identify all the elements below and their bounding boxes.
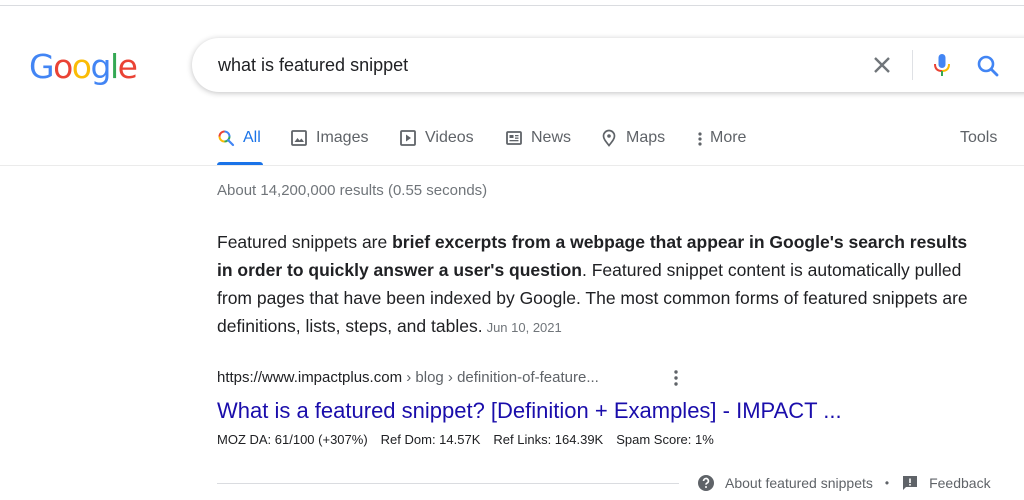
moz-ref-links: Ref Links: 164.39K	[493, 432, 604, 447]
featured-snippet: Featured snippets are brief excerpts fro…	[217, 228, 987, 342]
result-url-breadcrumbs: › blog › definition-of-feature...	[402, 369, 599, 386]
tab-label: News	[531, 129, 572, 146]
map-pin-icon	[602, 129, 616, 147]
snippet-footer: About featured snippets • Feedback	[697, 474, 991, 492]
about-featured-snippets-link[interactable]: About featured snippets	[725, 474, 873, 492]
google-logo[interactable]: Google	[29, 47, 138, 87]
search-submit-button[interactable]	[974, 52, 1002, 80]
search-icon	[977, 55, 999, 77]
tab-label: More	[710, 129, 747, 146]
more-vert-icon	[698, 132, 702, 146]
logo-letter: o	[53, 47, 73, 86]
more-vert-icon	[674, 370, 678, 386]
logo-letter: o	[71, 47, 92, 86]
tab-images[interactable]: Images	[290, 127, 368, 165]
result-title-link[interactable]: What is a featured snippet? [Definition …	[217, 396, 842, 426]
tabs-divider	[0, 165, 1024, 166]
moz-metrics-bar: MOZ DA: 61/100 (+307%) Ref Dom: 14.57K Ref…	[217, 431, 727, 449]
result-stats: About 14,200,000 results (0.55 seconds)	[217, 182, 488, 199]
newspaper-icon	[506, 131, 522, 145]
logo-letter: G	[29, 47, 55, 86]
logo-letter: g	[90, 47, 111, 86]
tab-all[interactable]: All	[217, 127, 263, 165]
tab-maps[interactable]: Maps	[600, 127, 665, 165]
moz-spam-score: Spam Score: 1%	[616, 432, 714, 447]
voice-search-button[interactable]	[928, 51, 956, 79]
tools-button[interactable]: Tools	[960, 127, 997, 149]
result-url-host: https://www.impactplus.com	[217, 369, 403, 386]
result-url[interactable]: https://www.impactplus.com › blog › defi…	[217, 368, 599, 388]
microphone-icon	[934, 54, 950, 76]
logo-letter: l	[109, 47, 119, 86]
search-icon	[218, 130, 235, 147]
search-divider	[912, 50, 913, 80]
feedback-icon	[903, 476, 918, 490]
tab-label: Images	[316, 129, 369, 146]
help-icon	[698, 475, 714, 491]
feedback-link[interactable]: Feedback	[929, 474, 990, 492]
snippet-date: Jun 10, 2021	[486, 320, 562, 335]
tab-news[interactable]: News	[505, 127, 571, 165]
clear-search-button[interactable]	[870, 53, 894, 77]
top-border	[0, 5, 1024, 6]
tab-videos[interactable]: Videos	[399, 127, 474, 165]
image-icon	[291, 130, 307, 146]
tab-label: All	[243, 129, 261, 146]
footer-divider	[217, 483, 679, 484]
search-input[interactable]: what is featured snippet	[218, 54, 408, 76]
moz-domain-authority: MOZ DA: 61/100 (+307%)	[217, 432, 368, 447]
search-box[interactable]: what is featured snippet	[192, 38, 1024, 92]
play-icon	[400, 130, 416, 146]
close-icon	[874, 57, 890, 73]
tab-label: Videos	[425, 129, 474, 146]
tab-more[interactable]: More	[696, 127, 746, 165]
tab-label: Maps	[626, 129, 666, 146]
moz-ref-domains: Ref Dom: 14.57K	[380, 432, 481, 447]
result-menu-button[interactable]	[668, 368, 684, 388]
footer-separator: •	[884, 476, 890, 490]
logo-letter: e	[117, 47, 138, 86]
snippet-text: Featured snippets are	[217, 232, 393, 252]
